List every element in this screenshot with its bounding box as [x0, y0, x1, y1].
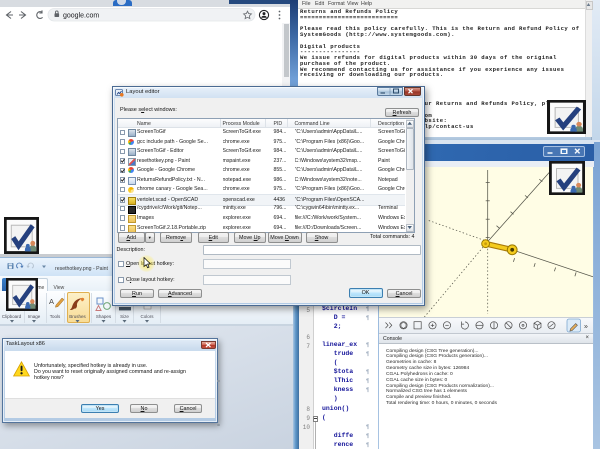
svg-text:A: A: [49, 297, 54, 306]
svg-text:»: »: [584, 324, 588, 331]
svg-text:google.com: google.com: [63, 13, 99, 20]
